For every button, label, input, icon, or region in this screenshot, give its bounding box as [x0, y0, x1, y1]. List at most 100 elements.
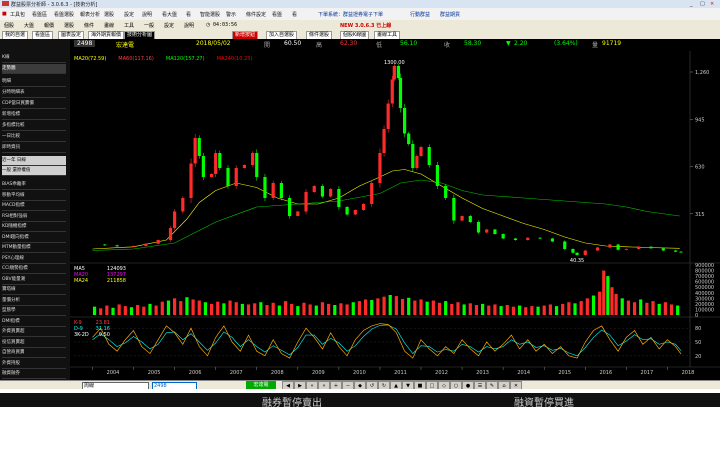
volume-bar: [591, 295, 596, 315]
sidebar-indicator-item[interactable]: BIAS乖離率: [2, 180, 66, 190]
candle-body: [382, 129, 386, 153]
stock-name-button[interactable]: 宏達電: [246, 381, 276, 389]
candle-body: [571, 249, 575, 253]
volume-bar: [419, 299, 423, 315]
x-tick-label: 2007: [230, 370, 243, 376]
sidebar-item[interactable]: 分時明細表: [2, 88, 66, 98]
volume-bar: [92, 306, 97, 315]
toolbar-item[interactable]: 報價: [44, 22, 54, 29]
candle-body: [386, 103, 390, 129]
sidebar-indicator-item[interactable]: 融資融券: [2, 369, 66, 379]
volume-bar: [191, 299, 195, 315]
menu-link-mobile[interactable]: 行動群益: [410, 11, 430, 18]
menu-item[interactable]: 條件設定: [246, 11, 266, 18]
sidebar-indicator-item[interactable]: DMI趨向指標: [2, 233, 66, 243]
candle-body: [144, 243, 148, 246]
volume-bar: [123, 306, 127, 315]
candle-body: [637, 246, 641, 249]
sidebar-item[interactable]: 一日比較: [2, 132, 66, 142]
sidebar-indicator-item[interactable]: RSI相對強弱: [2, 212, 66, 222]
sidebar-indicator-item[interactable]: 外資買賣超: [2, 327, 66, 337]
volume-bar: [203, 302, 208, 315]
sidebar-indicator-item[interactable]: 移動平均線: [2, 191, 66, 201]
sidebar-indicator-item[interactable]: 外資持股: [2, 359, 66, 369]
volume-bar: [657, 303, 661, 315]
toolbar-item[interactable]: 設定: [164, 22, 174, 29]
candle-body: [435, 165, 440, 186]
menu-item[interactable]: 看盤選股: [54, 11, 74, 18]
close-button[interactable]: ×: [710, 1, 714, 7]
menu-link-futures[interactable]: 群益期貨: [440, 11, 460, 18]
sidebar-indicator-item[interactable]: CCI順勢指標: [2, 264, 66, 274]
maximize-button[interactable]: □: [700, 1, 705, 7]
candle-body: [493, 229, 497, 234]
sidebar-item[interactable]: 新增指標: [2, 110, 66, 120]
adjust-select[interactable]: 一般 還原權值: [2, 166, 66, 176]
menu-item[interactable]: 看大盤: [162, 11, 177, 18]
technical-chart[interactable]: 1,260 945 630 315 1300.00 40.35 MA20(72.59) MA6…: [70, 39, 720, 380]
sidebar-item[interactable]: CDP當日買賣價: [2, 99, 66, 109]
candle-body: [370, 183, 374, 204]
sidebar-indicator-item[interactable]: 寶塔線: [2, 285, 66, 295]
candle-body: [526, 237, 530, 240]
volume-bar: [234, 302, 238, 315]
toolbar-item[interactable]: 工具: [124, 22, 134, 29]
toolbar-item[interactable]: 條件: [84, 22, 94, 29]
candle-body: [427, 147, 431, 165]
toolbar-item[interactable]: 說明: [184, 22, 194, 29]
sidebar-indicator-item[interactable]: PSY心理線: [2, 254, 66, 264]
menu-item[interactable]: 工具包: [10, 11, 25, 18]
stock-code[interactable]: 2498: [74, 40, 96, 47]
candle-body: [115, 245, 119, 247]
menu-item[interactable]: 設定: [124, 11, 134, 18]
toolbar-item[interactable]: 選股: [64, 22, 74, 29]
open-value: 60.50: [284, 40, 302, 47]
sidebar-indicator-item[interactable]: KD隨機指標: [2, 222, 66, 232]
menu-item[interactable]: 智能選股: [200, 11, 220, 18]
menu-item[interactable]: 看: [186, 11, 191, 18]
menu-item[interactable]: 選股: [104, 11, 114, 18]
toolbar-item[interactable]: 一般: [144, 22, 154, 29]
sidebar-item[interactable]: 走勢圖: [2, 64, 66, 74]
sidebar-indicator-item[interactable]: MACD指標: [2, 201, 66, 211]
candle-body: [485, 229, 489, 233]
sidebar-item[interactable]: 多指標比較: [2, 121, 66, 131]
sidebar-item[interactable]: 即時資訊: [2, 143, 66, 153]
candle-body: [583, 250, 587, 255]
menu-link-trade[interactable]: 下單系統：群益證券電子下單: [318, 11, 383, 18]
menu-item[interactable]: 警示: [226, 11, 236, 18]
version-badge[interactable]: NEW 3.0.6.3 已上線: [340, 22, 391, 29]
sidebar-indicator-item[interactable]: 投信買賣超: [2, 338, 66, 348]
sidebar-indicator-item[interactable]: 量價分析: [2, 296, 66, 306]
volume-bar: [536, 306, 540, 315]
toolbar-item[interactable]: 大盤: [24, 22, 34, 29]
candle-body: [419, 147, 423, 156]
menu-item[interactable]: 說明: [142, 11, 152, 18]
sidebar-indicator-item[interactable]: DMI指標: [2, 317, 66, 327]
toolbar-item[interactable]: 畫線: [104, 22, 114, 29]
menu-item[interactable]: 報表分析: [80, 11, 100, 18]
x-tick-label: 2009: [312, 370, 325, 376]
sidebar-item[interactable]: 明細: [2, 77, 66, 87]
sidebar-indicator-item[interactable]: MTM動量指標: [2, 243, 66, 253]
menu-item[interactable]: 看盤: [272, 11, 282, 18]
volume-bar: [481, 303, 485, 315]
volume-bar: [639, 299, 643, 315]
high-label: 高: [316, 42, 323, 49]
menu-item[interactable]: 看盤區: [32, 11, 47, 18]
volume-bar: [573, 303, 577, 315]
sidebar-indicator-item[interactable]: OBV能量潮: [2, 275, 66, 285]
minimize-button[interactable]: _: [690, 1, 693, 7]
sidebar-item[interactable]: K線: [2, 53, 66, 63]
candle-body: [320, 186, 325, 197]
volume-bar: [314, 305, 318, 315]
volume-bar: [142, 306, 146, 315]
sidebar-indicator-item[interactable]: 自營商買賣: [2, 348, 66, 358]
news-ticker: 融券暫停賣出 融資暫停買進: [0, 393, 720, 409]
period-select[interactable]: 近一年 日線: [2, 156, 66, 166]
toolbar-item[interactable]: 個股: [4, 22, 14, 29]
volume-bar: [283, 301, 288, 315]
candle-body: [201, 156, 205, 177]
sidebar-indicator-item[interactable]: 型態學: [2, 306, 66, 316]
menu-item[interactable]: 看: [292, 11, 297, 18]
